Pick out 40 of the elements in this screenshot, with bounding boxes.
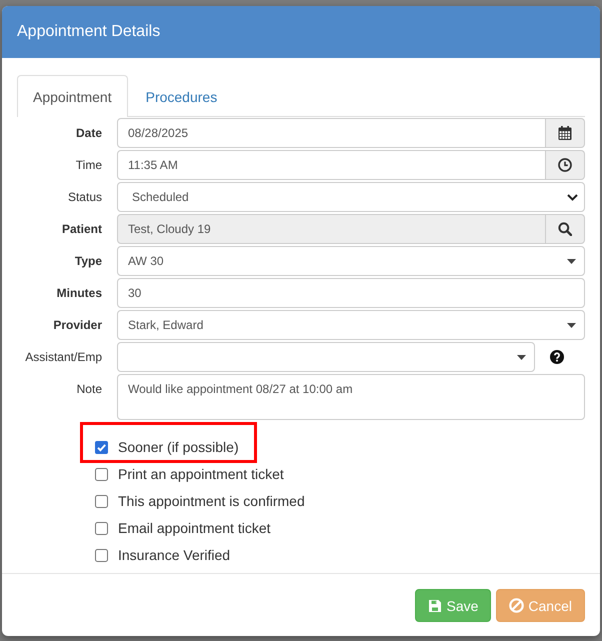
text-field[interactable]: 30 bbox=[117, 278, 585, 308]
combo-box[interactable]: AW 30 bbox=[117, 246, 585, 276]
checkbox[interactable] bbox=[95, 468, 108, 480]
checkbox-label[interactable]: Email appointment ticket bbox=[118, 520, 271, 536]
checkbox-label[interactable]: Print an appointment ticket bbox=[118, 466, 284, 482]
time-field[interactable]: 11:35 AM bbox=[117, 150, 546, 180]
field-label: Patient bbox=[60, 221, 103, 237]
field-label: Provider bbox=[52, 317, 103, 333]
field-label: Date bbox=[74, 125, 103, 141]
checkbox[interactable] bbox=[95, 548, 108, 562]
checkbox[interactable] bbox=[95, 522, 108, 534]
checkbox-label[interactable]: This appointment is confirmed bbox=[118, 493, 305, 509]
field-label: Type bbox=[74, 253, 103, 269]
caret-down-icon bbox=[517, 354, 526, 360]
help-icon[interactable] bbox=[550, 350, 564, 364]
date-button[interactable] bbox=[546, 118, 585, 148]
caret-down-icon bbox=[567, 322, 576, 328]
ban-icon bbox=[509, 598, 524, 613]
tab[interactable]: Procedures bbox=[130, 75, 234, 117]
caret-down-icon bbox=[567, 258, 576, 264]
note-field[interactable]: Would like appointment 08/27 at 10:00 am bbox=[117, 374, 585, 420]
calendar-icon bbox=[558, 126, 572, 140]
field-label: Status bbox=[66, 189, 103, 205]
clock-icon bbox=[558, 158, 572, 172]
dropdown[interactable]: Scheduled bbox=[117, 182, 585, 212]
checkbox-label[interactable]: Insurance Verified bbox=[118, 547, 230, 563]
search-icon bbox=[558, 222, 572, 236]
field-label: Minutes bbox=[56, 285, 103, 301]
checkbox-label[interactable]: Sooner (if possible) bbox=[118, 439, 239, 455]
date-field[interactable]: 08/28/2025 bbox=[117, 118, 546, 148]
field-label: Time bbox=[74, 157, 103, 173]
field-label: Note bbox=[76, 381, 103, 397]
checkbox[interactable] bbox=[95, 494, 108, 508]
chevron-down-icon bbox=[567, 194, 578, 200]
tab[interactable]: Appointment bbox=[17, 75, 128, 117]
combo-box[interactable]: Stark, Edward bbox=[117, 310, 585, 340]
field-label: Assistant/Emp bbox=[24, 349, 103, 365]
time-button[interactable] bbox=[546, 150, 585, 180]
checkbox[interactable] bbox=[95, 440, 108, 454]
dialog-title: Appointment Details bbox=[17, 23, 160, 41]
